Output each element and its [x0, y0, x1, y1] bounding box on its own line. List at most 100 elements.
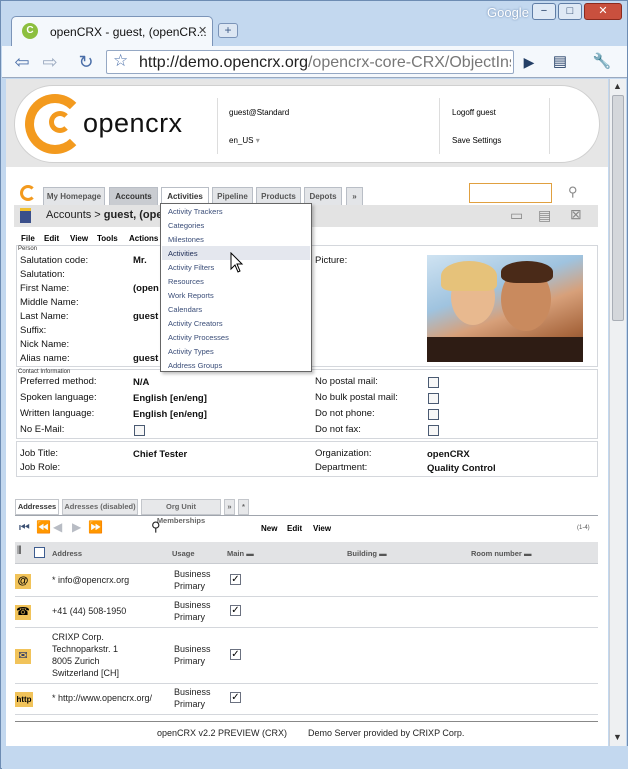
menu-item-work-reports[interactable]: Work Reports: [168, 291, 214, 300]
grid-search-icon[interactable]: ⚲: [151, 519, 161, 535]
salutation-code-value: Mr.: [133, 255, 147, 266]
contact-section-title: Contact Information: [18, 369, 71, 375]
menu-item-activity-filters[interactable]: Activity Filters: [168, 263, 214, 272]
menu-item-activities[interactable]: Activities: [168, 249, 198, 258]
save-settings-link[interactable]: Save Settings: [452, 136, 501, 145]
menu-item-calendars[interactable]: Calendars: [168, 305, 202, 314]
no-postal-checkbox[interactable]: [428, 377, 439, 388]
salutation-label: Salutation:: [20, 269, 65, 280]
close-view-icon[interactable]: ⊠: [570, 206, 582, 223]
tab-star[interactable]: *: [238, 499, 249, 515]
prev-icon[interactable]: ◀: [53, 520, 62, 534]
table-row[interactable]: @ * info@opencrx.org Business Primary ✓: [15, 566, 598, 597]
tab-org-unit-memberships[interactable]: Org Unit Memberships: [141, 499, 221, 525]
first-page-icon[interactable]: ⏮: [19, 520, 30, 535]
select-all-checkbox[interactable]: [34, 547, 45, 558]
menu-item-milestones[interactable]: Milestones: [168, 235, 204, 244]
column-building[interactable]: Building ▬: [347, 549, 387, 558]
no-email-checkbox[interactable]: [134, 425, 145, 436]
table-row[interactable]: ✉ CRIXP Corp. Technoparkstr. 1 8005 Zuri…: [15, 628, 598, 684]
breadcrumb-root[interactable]: Accounts: [46, 209, 91, 221]
page-menu-icon[interactable]: ▤: [548, 51, 572, 73]
main-checkbox[interactable]: ✓: [230, 605, 241, 616]
table-row[interactable]: http * http://www.opencrx.org/ Business …: [15, 684, 598, 715]
scroll-down-icon[interactable]: ▼: [613, 732, 622, 742]
sort-icon: ▬: [379, 549, 387, 558]
breadcrumb: Accounts > guest, (open: [46, 209, 170, 221]
tab-addresses[interactable]: Addresses: [15, 499, 59, 515]
menu-item-address-groups[interactable]: Address Groups: [168, 361, 222, 370]
address-cell: +41 (44) 508-1950: [52, 606, 127, 616]
next-fast-icon[interactable]: ⏩: [88, 520, 103, 534]
scrollbar-thumb[interactable]: [612, 95, 624, 321]
bookmark-star-icon[interactable]: ☆: [113, 51, 128, 71]
menu-view[interactable]: View: [70, 234, 88, 243]
back-icon[interactable]: ⇦: [10, 51, 34, 73]
wrench-icon[interactable]: 🔧: [590, 51, 614, 73]
layout-icon[interactable]: ▭: [510, 207, 523, 224]
menu-edit[interactable]: Edit: [44, 234, 59, 243]
menu-item-activity-creators[interactable]: Activity Creators: [168, 319, 223, 328]
profile-picture: [427, 255, 583, 362]
new-tab-button[interactable]: +: [218, 23, 238, 38]
close-window-button[interactable]: ✕: [584, 3, 622, 20]
column-room-number[interactable]: Room number ▬: [471, 549, 531, 558]
menu-item-activity-processes[interactable]: Activity Processes: [168, 333, 229, 342]
tab-more[interactable]: »: [346, 187, 363, 205]
grid-edit-button[interactable]: Edit: [287, 524, 302, 533]
main-checkbox[interactable]: ✓: [230, 574, 241, 585]
no-bulk-postal-checkbox[interactable]: [428, 393, 439, 404]
menu-actions[interactable]: Actions: [129, 234, 158, 243]
usage-cell: Business: [174, 569, 211, 579]
grid-view-button[interactable]: View: [313, 524, 331, 533]
grid-new-button[interactable]: New: [261, 524, 277, 533]
table-row[interactable]: ☎ +41 (44) 508-1950 Business Primary ✓: [15, 597, 598, 628]
tab-more-bottom[interactable]: »: [224, 499, 235, 515]
menu-file[interactable]: File: [21, 234, 35, 243]
print-icon[interactable]: ▤: [538, 207, 551, 224]
logoff-link[interactable]: Logoff guest: [452, 108, 496, 117]
tab-adresses-disabled[interactable]: Adresses (disabled): [62, 499, 138, 515]
no-bulk-postal-label: No bulk postal mail:: [315, 392, 398, 403]
maximize-button[interactable]: □: [558, 3, 582, 20]
prev-fast-icon[interactable]: ⏪: [36, 520, 51, 534]
address-cell: Technoparkstr. 1: [52, 644, 119, 654]
menu-item-categories[interactable]: Categories: [168, 221, 204, 230]
search-input[interactable]: [469, 183, 552, 203]
go-icon[interactable]: ▶: [517, 51, 541, 73]
nick-name-label: Nick Name:: [20, 339, 70, 350]
job-role-label: Job Role:: [20, 462, 61, 473]
forward-icon[interactable]: ⇨: [38, 51, 62, 73]
user-label: guest@Standard: [229, 108, 290, 117]
column-select-icon[interactable]: ⫴: [17, 545, 22, 558]
locale-select[interactable]: en_US ▾: [229, 136, 260, 145]
favicon-icon: C: [22, 23, 38, 39]
tab-my-homepage[interactable]: My Homepage: [43, 187, 105, 205]
page-content: opencrx guest@Standard en_US ▾ Logoff gu…: [6, 79, 608, 746]
tab-accounts[interactable]: Accounts: [109, 187, 158, 205]
reload-icon[interactable]: ↻: [74, 51, 98, 73]
home-logo-icon[interactable]: [20, 185, 36, 201]
search-icon[interactable]: ⚲: [568, 184, 578, 200]
menu-item-activity-trackers[interactable]: Activity Trackers: [168, 207, 223, 216]
address-bar[interactable]: ☆ http://demo.opencrx.org/opencrx-core-C…: [106, 50, 514, 74]
do-not-fax-checkbox[interactable]: [428, 425, 439, 436]
do-not-phone-checkbox[interactable]: [428, 409, 439, 420]
scroll-up-icon[interactable]: ▲: [613, 81, 622, 91]
menu-tools[interactable]: Tools: [97, 234, 118, 243]
menu-item-activity-types[interactable]: Activity Types: [168, 347, 214, 356]
page-scrollbar[interactable]: ▲ ▼: [609, 79, 626, 746]
column-usage[interactable]: Usage: [172, 549, 195, 558]
next-icon[interactable]: ▶: [72, 520, 81, 534]
organization-label: Organization:: [315, 448, 372, 459]
main-checkbox[interactable]: ✓: [230, 649, 241, 660]
minimize-button[interactable]: −: [532, 3, 556, 20]
browser-tab[interactable]: C openCRX - guest, (openCR... ✕: [11, 16, 213, 46]
footer-provider-link[interactable]: CRIXP Corp.: [413, 728, 465, 738]
menu-item-resources[interactable]: Resources: [168, 277, 204, 286]
tab-close-icon[interactable]: ✕: [198, 24, 207, 37]
column-main[interactable]: Main ▬: [227, 549, 254, 558]
column-address[interactable]: Address: [52, 549, 82, 558]
department-value: Quality Control: [427, 463, 496, 474]
main-checkbox[interactable]: ✓: [230, 692, 241, 703]
